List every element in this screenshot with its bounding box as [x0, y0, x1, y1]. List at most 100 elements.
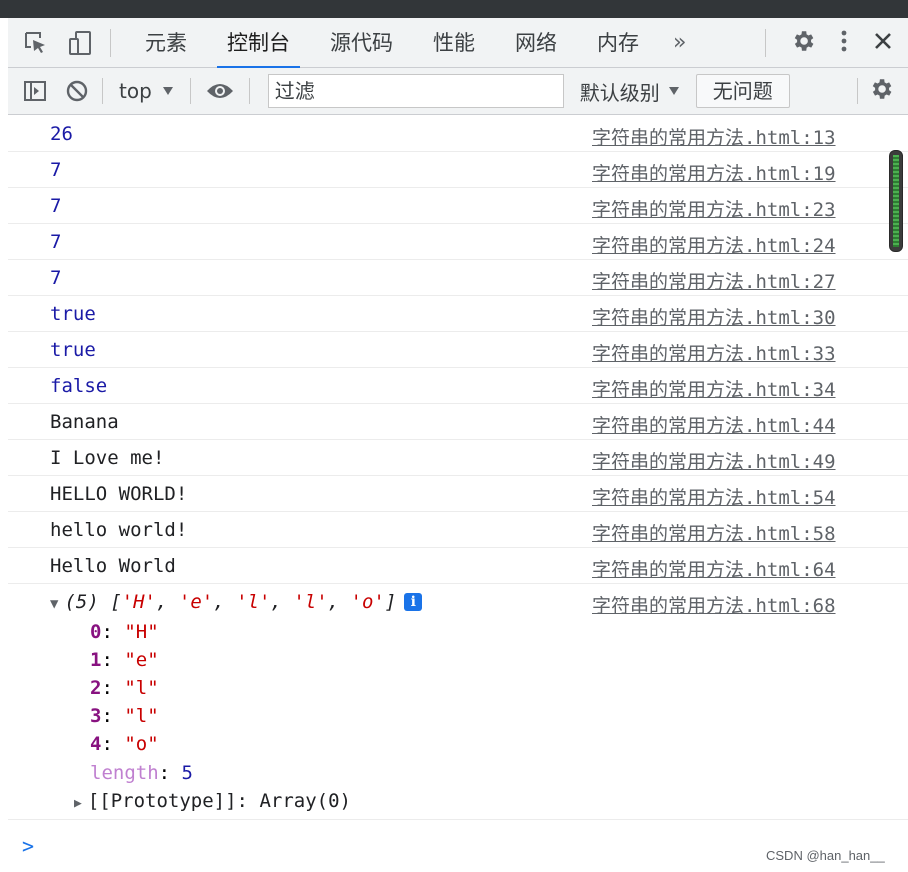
scrollbar-thumb[interactable] [889, 150, 903, 252]
console-message-text: 7 [50, 231, 62, 253]
console-message-text: 26 [50, 123, 73, 145]
array-count: (5) [64, 591, 99, 613]
toolbar-divider [248, 78, 250, 104]
toolbar-divider [110, 28, 111, 57]
console-message: true 字符串的常用方法.html:30 [8, 296, 908, 332]
console-message-text: hello world! [50, 519, 188, 541]
source-link[interactable]: 字符串的常用方法.html:19 [592, 159, 836, 186]
toolbar-divider [102, 78, 103, 104]
source-link[interactable]: 字符串的常用方法.html:64 [592, 555, 836, 582]
tab-sources[interactable]: 源代码 [310, 18, 413, 68]
console-message: 7 字符串的常用方法.html:24 [8, 224, 908, 260]
console-message: 7 字符串的常用方法.html:27 [8, 260, 908, 296]
console-toolbar: top 过滤 默认级别 无问题 [8, 68, 908, 115]
property-value: "H" [124, 621, 159, 643]
tab-memory[interactable]: 内存 [577, 18, 659, 68]
context-selector[interactable]: top [113, 79, 180, 103]
source-link[interactable]: 字符串的常用方法.html:24 [592, 231, 836, 258]
console-message: 7 字符串的常用方法.html:23 [8, 188, 908, 224]
property-key: 1 [90, 649, 102, 671]
array-item: 'H' [121, 591, 156, 613]
console-message-text: 7 [50, 195, 62, 217]
console-message: Banana 字符串的常用方法.html:44 [8, 404, 908, 440]
console-message: I Love me! 字符串的常用方法.html:49 [8, 440, 908, 476]
console-output: 26 字符串的常用方法.html:13 7 字符串的常用方法.html:19 7… [8, 116, 908, 872]
expand-triangle-icon[interactable]: ▶ [74, 796, 82, 811]
context-selector-label: top [119, 79, 152, 103]
property-value: "o" [124, 733, 159, 755]
property-key: 2 [90, 677, 102, 699]
array-property: 1: "e" [90, 649, 159, 671]
source-link[interactable]: 字符串的常用方法.html:30 [592, 303, 836, 330]
source-link[interactable]: 字符串的常用方法.html:34 [592, 375, 836, 402]
source-link[interactable]: 字符串的常用方法.html:13 [592, 123, 836, 150]
array-item: 'e' [178, 591, 214, 613]
settings-gear-icon[interactable] [790, 28, 816, 58]
source-link[interactable]: 字符串的常用方法.html:44 [592, 411, 836, 438]
tab-network[interactable]: 网络 [495, 18, 577, 68]
clear-console-icon[interactable] [62, 76, 92, 106]
array-length-property: length: 5 [90, 762, 193, 784]
array-property: 3: "l" [90, 705, 159, 727]
console-message: 26 字符串的常用方法.html:13 [8, 116, 908, 152]
expand-triangle-icon[interactable]: ▼ [50, 596, 58, 612]
console-message: true 字符串的常用方法.html:33 [8, 332, 908, 368]
array-property: 4: "o" [90, 733, 159, 755]
prototype-property[interactable]: ▶ [[Prototype]]: Array(0) [74, 790, 351, 812]
array-property: 2: "l" [90, 677, 159, 699]
console-settings-gear-icon[interactable] [868, 76, 894, 106]
array-preview[interactable]: ▼ (5) ['H', 'e', 'l', 'l', 'o'] i [50, 591, 423, 613]
sidebar-toggle-icon[interactable] [20, 76, 50, 106]
console-message-text: Hello World [50, 555, 176, 577]
dropdown-arrow-icon [668, 87, 679, 95]
console-message: false 字符串的常用方法.html:34 [8, 368, 908, 404]
scrollbar-grip [893, 155, 899, 247]
array-item: 'l' [293, 591, 328, 613]
source-link[interactable]: 字符串的常用方法.html:33 [592, 339, 836, 366]
array-item: 'o' [350, 591, 385, 613]
console-array-message: ▼ (5) ['H', 'e', 'l', 'l', 'o'] i 字符串的常用方法… [8, 584, 908, 820]
property-key: [[Prototype]] [87, 790, 237, 812]
array-property: 0: "H" [90, 621, 159, 643]
toolbar-divider [765, 28, 766, 57]
source-link[interactable]: 字符串的常用方法.html:49 [592, 447, 836, 474]
property-key: 0 [90, 621, 102, 643]
tab-performance[interactable]: 性能 [413, 18, 495, 68]
toolbar-divider [857, 78, 858, 104]
watermark: CSDN @han_han__ [766, 848, 885, 863]
console-message-text: true [50, 339, 96, 361]
property-value: 5 [181, 762, 193, 784]
devtools-tab-bar: 元素 控制台 源代码 性能 网络 内存 » [8, 18, 908, 69]
more-tabs-button[interactable]: » [659, 30, 700, 55]
property-value: "l" [124, 705, 159, 727]
console-message: hello world! 字符串的常用方法.html:58 [8, 512, 908, 548]
issues-button[interactable]: 无问题 [695, 74, 790, 108]
inspect-element-icon[interactable] [20, 27, 52, 59]
console-message-text: HELLO WORLD! [50, 483, 188, 505]
tab-elements[interactable]: 元素 [125, 18, 207, 68]
info-icon[interactable]: i [404, 593, 423, 611]
close-icon[interactable] [872, 30, 894, 56]
console-message-text: I Love me! [50, 447, 165, 469]
console-message: 7 字符串的常用方法.html:19 [8, 152, 908, 188]
property-value: Array(0) [259, 790, 351, 812]
tab-console[interactable]: 控制台 [207, 18, 310, 69]
console-message-text: false [50, 375, 108, 397]
source-link[interactable]: 字符串的常用方法.html:27 [592, 267, 836, 294]
source-link[interactable]: 字符串的常用方法.html:23 [592, 195, 836, 222]
device-toolbar-icon[interactable] [64, 27, 96, 59]
source-link[interactable]: 字符串的常用方法.html:54 [592, 483, 836, 510]
property-key: length [90, 762, 159, 784]
property-key: 3 [90, 705, 102, 727]
array-item: 'l' [236, 591, 271, 613]
console-prompt-icon[interactable]: > [22, 834, 34, 858]
log-levels-dropdown[interactable]: 默认级别 [580, 77, 680, 106]
log-levels-label: 默认级别 [579, 80, 660, 105]
console-message-text: true [50, 303, 96, 325]
kebab-menu-icon[interactable] [840, 28, 848, 58]
filter-input[interactable]: 过滤 [267, 74, 564, 108]
console-message-text: 7 [50, 267, 62, 289]
source-link[interactable]: 字符串的常用方法.html:58 [592, 519, 836, 546]
live-expression-eye-icon[interactable] [205, 76, 235, 106]
source-link[interactable]: 字符串的常用方法.html:68 [592, 591, 836, 618]
